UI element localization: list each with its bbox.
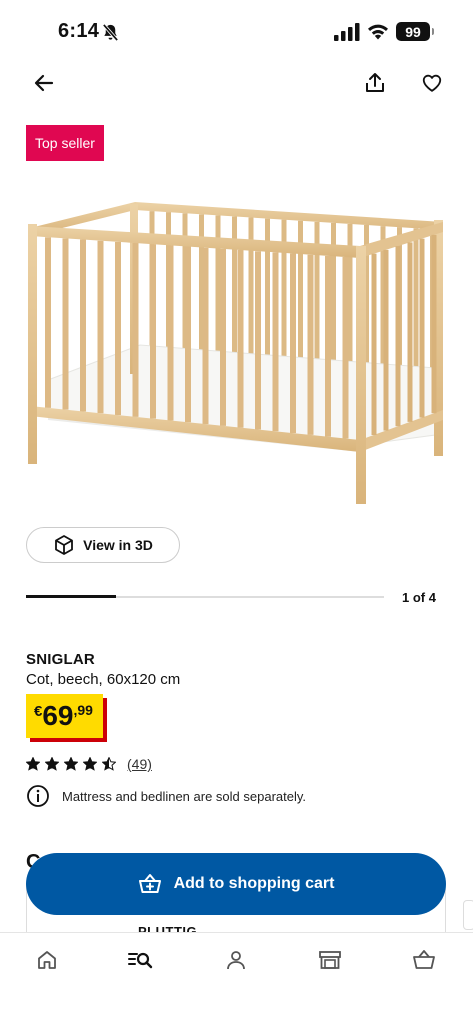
- basket-add-icon: [138, 874, 161, 893]
- info-icon: [27, 785, 49, 807]
- bottom-tab-bar: [0, 932, 473, 1024]
- wifi-icon: [368, 24, 388, 40]
- price-decimal: ,99: [73, 702, 93, 718]
- cube-icon: [55, 535, 74, 555]
- rating-stars: [26, 757, 116, 771]
- tab-profile[interactable]: [223, 947, 249, 973]
- product-name: SNIGLAR: [26, 651, 95, 668]
- price-tag: € 69 ,99: [26, 694, 103, 738]
- favourite-button[interactable]: [415, 66, 449, 100]
- product-image[interactable]: [20, 190, 453, 510]
- tab-basket[interactable]: [411, 947, 437, 973]
- rating-count[interactable]: (49): [127, 756, 152, 772]
- star-icon: [102, 757, 116, 771]
- top-seller-badge: Top seller: [26, 125, 104, 161]
- tab-store[interactable]: [317, 947, 343, 973]
- arrow-left-icon: [34, 74, 54, 92]
- view-in-3d-label: View in 3D: [83, 537, 153, 553]
- add-to-cart-button[interactable]: Add to shopping cart: [26, 853, 446, 915]
- info-notice: Mattress and bedlinen are sold separatel…: [26, 784, 306, 808]
- top-seller-badge-label: Top seller: [35, 135, 95, 151]
- product-description: Cot, beech, 60x120 cm: [26, 671, 181, 688]
- store-icon: [319, 951, 341, 969]
- star-icon: [26, 757, 40, 771]
- gallery-progress: [26, 595, 384, 598]
- add-to-cart-label: Add to shopping cart: [173, 875, 335, 892]
- basket-icon: [413, 950, 435, 969]
- info-notice-text: Mattress and bedlinen are sold separatel…: [62, 788, 307, 804]
- gallery-progress-fill: [26, 595, 116, 598]
- home-icon: [38, 951, 56, 969]
- status-time: 6:14: [58, 20, 100, 42]
- star-icon: [83, 757, 97, 771]
- price-currency: €: [34, 703, 43, 720]
- star-icon: [64, 757, 78, 771]
- status-bar: 6:14 99: [0, 0, 473, 62]
- price-integer: 69: [42, 700, 74, 731]
- rating[interactable]: (49): [26, 756, 152, 772]
- profile-icon: [227, 951, 245, 970]
- bell-muted-icon: [102, 23, 119, 42]
- battery-level: 99: [405, 23, 421, 40]
- view-in-3d-button[interactable]: View in 3D: [26, 527, 180, 563]
- tab-home[interactable]: [34, 947, 60, 973]
- gallery-pager: 1 of 4: [402, 590, 436, 605]
- related-product-card-next[interactable]: [463, 900, 473, 930]
- back-button[interactable]: [27, 66, 61, 100]
- share-icon: [366, 73, 384, 92]
- share-button[interactable]: [358, 66, 392, 100]
- star-icon: [45, 757, 59, 771]
- heart-icon: [422, 74, 442, 92]
- tab-search[interactable]: [127, 947, 153, 973]
- battery-indicator: 99: [396, 22, 434, 41]
- search-icon: [128, 952, 153, 969]
- cellular-signal-icon: [334, 23, 360, 41]
